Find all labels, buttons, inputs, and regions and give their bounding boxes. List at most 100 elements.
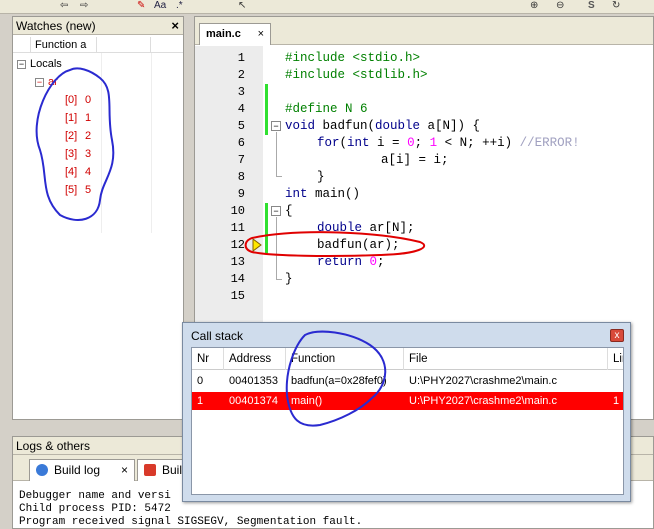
code-token: //ERROR! xyxy=(519,136,580,150)
regex-icon[interactable]: .* xyxy=(176,0,183,12)
watch-item-index: [0] xyxy=(65,94,78,106)
code-line: #include <stdlib.h> xyxy=(285,68,428,82)
code-token: int xyxy=(285,187,308,201)
collapse-icon[interactable]: − xyxy=(35,77,44,87)
fold-toggle[interactable]: − xyxy=(271,121,281,131)
watches-column-function[interactable]: Function a xyxy=(33,37,97,53)
line-number: 8 xyxy=(237,170,245,184)
call-stack-title-bar[interactable]: Call stack x xyxy=(183,323,630,349)
code-token: main() xyxy=(307,187,361,201)
watch-item[interactable]: [5] 5 xyxy=(65,181,91,199)
code-line: return 0; xyxy=(317,254,385,271)
code-line: #define N 6 xyxy=(285,102,368,116)
call-stack-window: Call stack x Nr Address Function File Li… xyxy=(182,322,631,502)
collapse-icon[interactable]: − xyxy=(17,59,26,69)
cell-function: main() xyxy=(291,395,323,407)
fold-line xyxy=(276,217,277,279)
column-nr[interactable]: Nr xyxy=(192,348,224,370)
editor-tab-bar: main.c × xyxy=(195,17,653,45)
back-arrow-icon[interactable]: ⇦ xyxy=(60,0,68,12)
close-icon[interactable]: × xyxy=(258,24,264,44)
watch-item-value: 3 xyxy=(85,148,92,160)
zoom-out-icon[interactable]: ⊖ xyxy=(556,0,564,12)
watch-var-name: ar xyxy=(48,76,58,88)
code-token: 0 xyxy=(407,136,415,150)
watch-item[interactable]: [0] 0 xyxy=(65,91,91,109)
watch-item[interactable]: [1] 1 xyxy=(65,109,91,127)
cell-address: 00401374 xyxy=(229,395,278,407)
watches-title: Watches (new) xyxy=(16,19,96,33)
watch-item-index: [5] xyxy=(65,184,78,196)
table-row-selected[interactable]: 1 00401374 main() U:\PHY2027\crashme2\ma… xyxy=(192,392,623,410)
cell-function: badfun(a=0x28fef0) xyxy=(291,375,387,387)
line-number: 2 xyxy=(237,68,245,82)
code-line: int main() xyxy=(285,186,360,203)
call-stack-title: Call stack xyxy=(191,329,244,343)
tab-main-c[interactable]: main.c × xyxy=(199,23,271,45)
line-number: 14 xyxy=(230,272,245,286)
watch-item-index: [3] xyxy=(65,148,78,160)
code-line: #include <stdio.h> xyxy=(285,51,421,65)
watch-item-value: 4 xyxy=(85,166,92,178)
code-line: double ar[N]; xyxy=(317,220,415,237)
grid-line xyxy=(101,53,102,233)
locals-node[interactable]: − Locals xyxy=(17,55,62,73)
watch-item-index: [4] xyxy=(65,166,78,178)
code-line: a[i] = i; xyxy=(381,153,449,167)
watch-item-index: [2] xyxy=(65,130,78,142)
code-line: badfun(ar); xyxy=(317,238,400,252)
line-number: 1 xyxy=(237,51,245,65)
watches-panel: Watches (new) × Function a − Locals − ar [… xyxy=(12,16,184,420)
change-marker xyxy=(265,84,268,135)
tab-build-log[interactable]: Build log × xyxy=(29,459,135,481)
close-icon[interactable]: × xyxy=(171,17,179,35)
grid-line xyxy=(151,53,152,233)
fold-line-end xyxy=(276,176,282,177)
line-number: 6 xyxy=(237,136,245,150)
cell-line xyxy=(608,372,623,390)
close-icon[interactable]: × xyxy=(121,460,128,480)
refresh-icon[interactable]: ↻ xyxy=(612,0,620,12)
zoom-in-icon[interactable]: ⊕ xyxy=(530,0,538,12)
line-number: 7 xyxy=(237,153,245,167)
column-line[interactable]: Lin xyxy=(608,348,623,370)
column-function[interactable]: Function xyxy=(286,348,404,370)
select-icon[interactable]: ↖ xyxy=(238,0,246,12)
line-number: 12 xyxy=(230,238,245,252)
code-line: for(int i = 0; 1 < N; ++i) //ERROR! xyxy=(317,135,580,152)
watch-item[interactable]: [2] 2 xyxy=(65,127,91,145)
line-number: 4 xyxy=(237,102,245,116)
match-case-icon[interactable]: Aa xyxy=(154,0,166,12)
watch-item[interactable]: [3] 3 xyxy=(65,145,91,163)
call-stack-header: Nr Address Function File Lin xyxy=(192,348,623,370)
highlight-icon[interactable]: ✎ xyxy=(137,0,145,12)
code-token: ; xyxy=(414,136,430,150)
code-token: ; xyxy=(377,255,385,269)
forward-arrow-icon[interactable]: ⇨ xyxy=(80,0,88,12)
call-stack-list: Nr Address Function File Lin 0 00401353 … xyxy=(191,347,624,495)
cell-line: 1 xyxy=(613,395,620,407)
log-line: Program received signal SIGSEGV, Segment… xyxy=(19,516,363,528)
code-token: badfun( xyxy=(315,119,376,133)
watch-item[interactable]: [4] 4 xyxy=(65,163,91,181)
build-icon xyxy=(144,464,156,476)
close-icon[interactable]: x xyxy=(610,329,624,342)
cell-file: U:\PHY2027\crashme2\main.c xyxy=(409,375,557,387)
code-token: int xyxy=(347,136,370,150)
line-number: 5 xyxy=(237,119,245,133)
code-token: 0 xyxy=(369,255,378,269)
column-file[interactable]: File xyxy=(404,348,608,370)
spell-check-icon[interactable]: S xyxy=(588,0,595,12)
fold-toggle[interactable]: − xyxy=(271,206,281,216)
line-number: 13 xyxy=(230,255,245,269)
code-line: } xyxy=(285,272,293,286)
fold-line xyxy=(276,132,277,176)
table-row[interactable]: 0 00401353 badfun(a=0x28fef0) U:\PHY2027… xyxy=(192,372,623,390)
column-address[interactable]: Address xyxy=(224,348,286,370)
current-line-arrow-icon xyxy=(252,238,262,252)
tab-label: main.c xyxy=(206,28,241,40)
code-token: double xyxy=(317,221,363,235)
watch-var-ar[interactable]: − ar xyxy=(35,73,58,91)
code-token: a[N]) { xyxy=(420,119,481,133)
